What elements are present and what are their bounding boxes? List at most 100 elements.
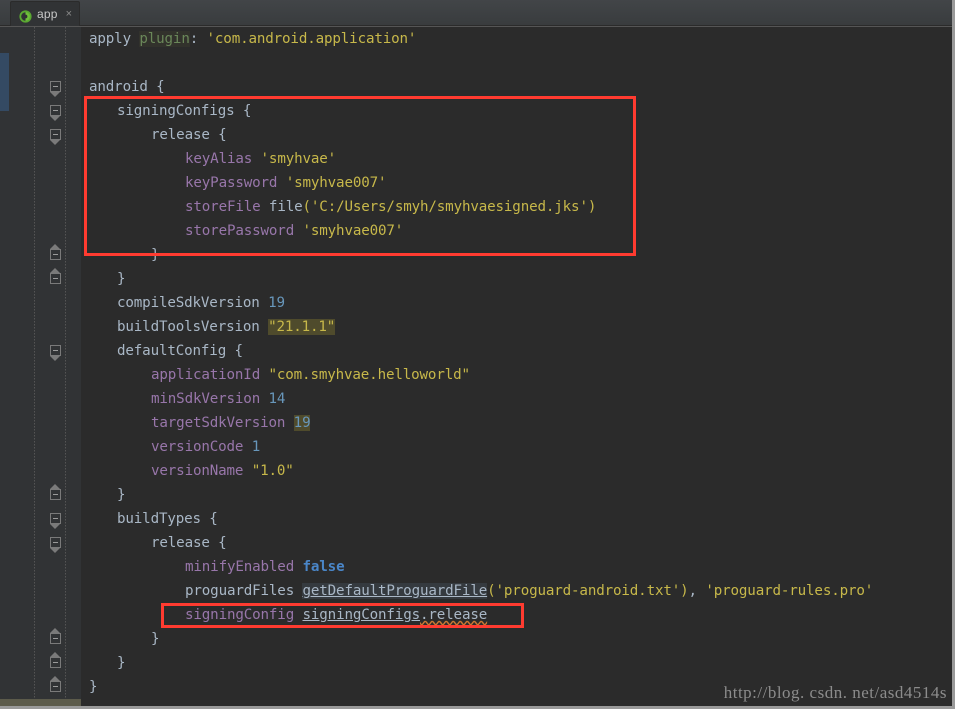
tok: : bbox=[189, 31, 207, 47]
fold-toggle-icon[interactable] bbox=[50, 657, 61, 668]
fold-toggle-icon[interactable] bbox=[50, 129, 61, 140]
code-line-17[interactable]: targetSdkVersion 19 bbox=[81, 411, 311, 435]
tok: minSdkVersion bbox=[151, 391, 269, 407]
fold-tail-up-icon bbox=[50, 484, 60, 489]
code-line-13[interactable]: buildToolsVersion "21.1.1" bbox=[81, 315, 335, 339]
tok bbox=[243, 439, 251, 455]
fold-toggle-icon[interactable] bbox=[50, 105, 61, 116]
code-line-16[interactable]: minSdkVersion 14 bbox=[81, 387, 285, 411]
tok bbox=[294, 607, 302, 623]
ide-window: app × 1234567891011121314151617181920212… bbox=[0, 0, 955, 709]
tok-link[interactable]: signingConfigs bbox=[303, 607, 421, 623]
code-line-26[interactable]: } bbox=[81, 627, 160, 651]
code-line-11[interactable]: } bbox=[81, 267, 126, 291]
tok: ) bbox=[680, 583, 689, 599]
tok: targetSdkVersion bbox=[151, 415, 294, 431]
tok: android { bbox=[89, 79, 165, 95]
fold-tail-down-icon bbox=[50, 548, 60, 553]
module-icon bbox=[19, 8, 32, 23]
fold-tail-down-icon bbox=[50, 116, 60, 121]
tok-warning: .release bbox=[419, 607, 488, 623]
code-line-6[interactable]: keyAlias 'smyhvae' bbox=[81, 147, 336, 171]
tok: file bbox=[260, 199, 303, 215]
code-line-1[interactable]: apply plugin: 'com.android.application' bbox=[81, 27, 416, 51]
code-line-24[interactable]: proguardFiles getDefaultProguardFile('pr… bbox=[81, 579, 873, 603]
tok: 'smyhvae007' bbox=[277, 175, 387, 191]
fold-toggle-icon[interactable] bbox=[50, 81, 61, 92]
code-line-19[interactable]: versionName "1.0" bbox=[81, 459, 294, 483]
code-line-8[interactable]: storeFile file('C:/Users/smyh/smyhvaesig… bbox=[81, 195, 596, 219]
tok: false bbox=[302, 559, 345, 575]
fold-tail-down-icon bbox=[50, 92, 60, 97]
tok: 14 bbox=[268, 391, 286, 407]
code-line-5[interactable]: release { bbox=[81, 123, 227, 147]
code-line-21[interactable]: buildTypes { bbox=[81, 507, 218, 531]
tok: } bbox=[151, 247, 160, 263]
gutter-divider-left bbox=[34, 27, 35, 709]
code-line-10[interactable]: } bbox=[81, 243, 160, 267]
tok: buildTypes { bbox=[117, 511, 218, 527]
tok: release { bbox=[151, 127, 227, 143]
code-line-4[interactable]: signingConfigs { bbox=[81, 99, 251, 123]
code-line-22[interactable]: release { bbox=[81, 531, 227, 555]
close-icon[interactable]: × bbox=[66, 8, 72, 20]
fold-toggle-icon[interactable] bbox=[50, 345, 61, 356]
fold-tail-up-icon bbox=[50, 268, 60, 273]
fold-toggle-icon[interactable] bbox=[50, 681, 61, 692]
editor-tab-bar: app × bbox=[0, 0, 955, 26]
vcs-gutter bbox=[0, 27, 9, 709]
fold-tail-up-icon bbox=[50, 244, 60, 249]
code-line-27[interactable]: } bbox=[81, 651, 126, 675]
tok: 'smyhvae007' bbox=[294, 223, 404, 239]
fold-toggle-icon[interactable] bbox=[50, 633, 61, 644]
tok: 'proguard-android.txt' bbox=[495, 583, 681, 599]
watermark-text: http://blog. csdn. net/asd4514s bbox=[723, 683, 947, 702]
gutter-divider-right bbox=[65, 27, 66, 709]
fold-toggle-icon[interactable] bbox=[50, 513, 61, 524]
code-line-7[interactable]: keyPassword 'smyhvae007' bbox=[81, 171, 387, 195]
code-line-28[interactable]: } bbox=[81, 675, 98, 699]
code-editor[interactable]: 1234567891011121314151617181920212223242… bbox=[0, 26, 955, 709]
tok: apply bbox=[89, 31, 140, 47]
tok-link[interactable]: getDefaultProguardFile bbox=[302, 583, 487, 599]
tok: versionCode bbox=[151, 439, 244, 455]
fold-tail-up-icon bbox=[50, 628, 60, 633]
tok: 'C:/Users/smyh/smyhvaesigned.jks' bbox=[310, 199, 588, 215]
fold-toggle-icon[interactable] bbox=[50, 273, 61, 284]
tok: ) bbox=[587, 199, 597, 215]
tok: ( bbox=[302, 199, 312, 215]
fold-toggle-icon[interactable] bbox=[50, 537, 61, 548]
code-line-18[interactable]: versionCode 1 bbox=[81, 435, 260, 459]
tok: keyAlias bbox=[185, 151, 253, 167]
code-line-9[interactable]: storePassword 'smyhvae007' bbox=[81, 219, 403, 243]
tok: defaultConfig { bbox=[117, 343, 243, 359]
vcs-change-marker[interactable] bbox=[0, 53, 9, 111]
tok: plugin bbox=[139, 31, 190, 47]
tab-label: app bbox=[37, 7, 58, 21]
line-number-gutter[interactable] bbox=[9, 27, 81, 709]
tok-highlighted: "21.1.1" bbox=[268, 319, 336, 335]
code-line-23[interactable]: minifyEnabled false bbox=[81, 555, 345, 579]
tok: "1.0" bbox=[243, 463, 294, 479]
tok: 19 bbox=[268, 295, 285, 311]
fold-toggle-icon[interactable] bbox=[50, 249, 61, 260]
code-line-3[interactable]: android { bbox=[81, 75, 165, 99]
fold-toggle-icon[interactable] bbox=[50, 489, 61, 500]
code-line-14[interactable]: defaultConfig { bbox=[81, 339, 243, 363]
tok: buildToolsVersion bbox=[117, 319, 269, 335]
code-line-20[interactable]: } bbox=[81, 483, 126, 507]
tok-highlighted: 19 bbox=[293, 415, 311, 431]
tok: , bbox=[688, 583, 706, 599]
code-content[interactable]: apply plugin: 'com.android.application' … bbox=[81, 27, 953, 709]
code-line-15[interactable]: applicationId "com.smyhvae.helloworld" bbox=[81, 363, 470, 387]
tok bbox=[294, 559, 302, 575]
tok: 1 bbox=[251, 439, 261, 455]
fold-tail-up-icon bbox=[50, 652, 60, 657]
tok: versionName bbox=[151, 463, 244, 479]
tab-app[interactable]: app × bbox=[10, 1, 81, 26]
tab-bar-background bbox=[0, 0, 955, 25]
code-line-12[interactable]: compileSdkVersion 19 bbox=[81, 291, 285, 315]
tok: applicationId bbox=[151, 367, 261, 383]
code-line-25[interactable]: signingConfig signingConfigs.release bbox=[81, 603, 487, 627]
tok: storePassword bbox=[185, 223, 295, 239]
